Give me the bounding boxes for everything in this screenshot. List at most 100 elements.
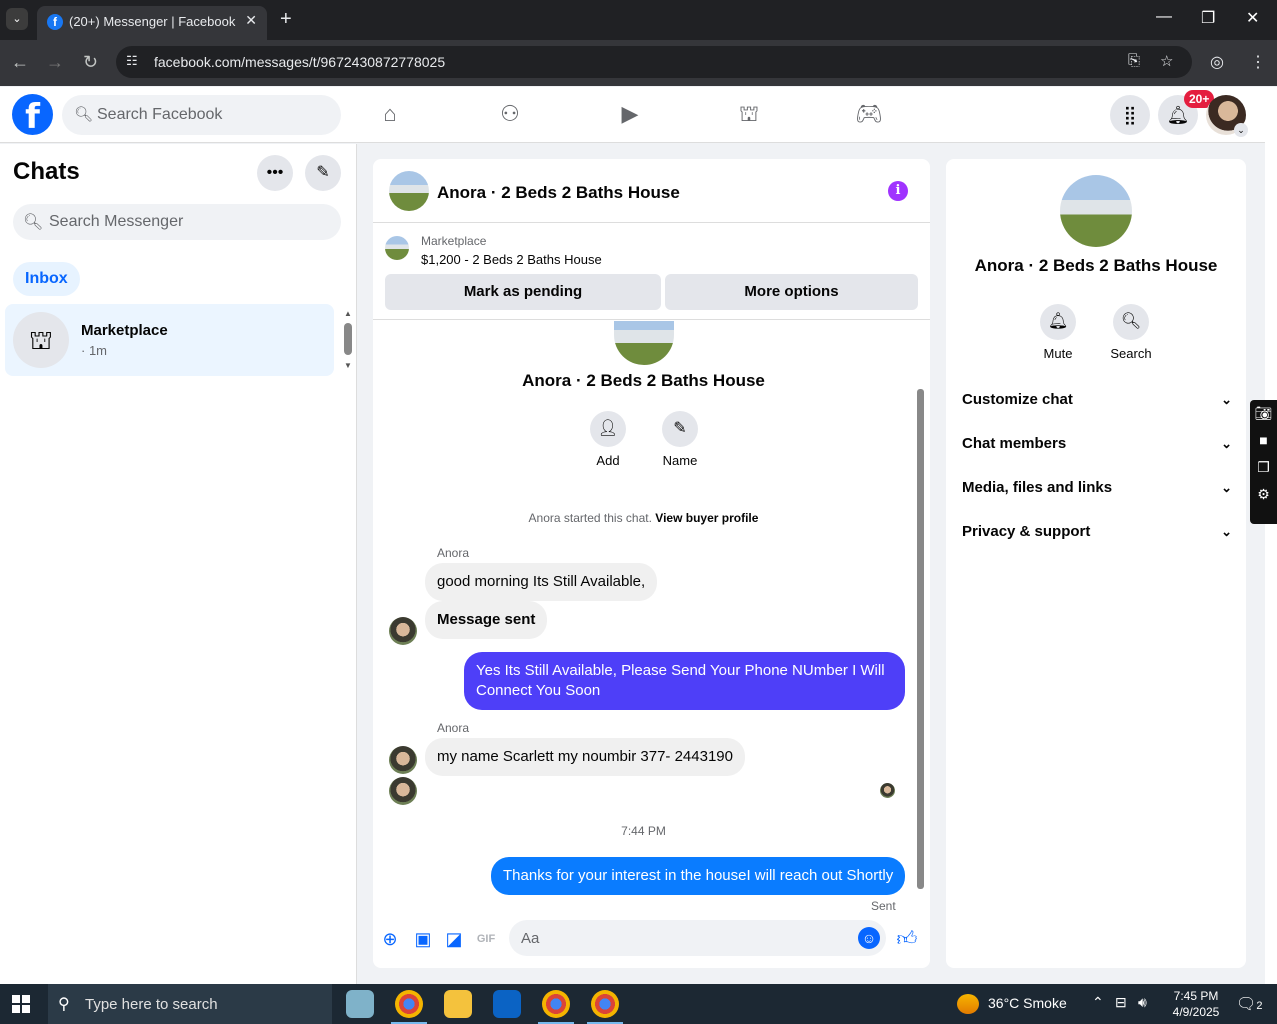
listing-thumbnail[interactable]	[389, 171, 429, 211]
video-record-icon[interactable]: ■	[1250, 427, 1277, 454]
marketplace-listing-box: Marketplace $1,200 - 2 Beds 2 Baths Hous…	[373, 224, 930, 320]
facebook-logo-icon[interactable]: f	[12, 94, 53, 137]
remote-app-icon[interactable]	[493, 990, 521, 1018]
chrome-profile-app-icon[interactable]	[538, 990, 574, 1024]
scroll-down-icon[interactable]: ▼	[344, 361, 352, 370]
address-bar[interactable]: ☷ facebook.com/messages/t/96724308727780…	[116, 46, 1192, 78]
network-icon[interactable]: ⊟	[1115, 994, 1127, 1011]
search-icon: 🔍︎	[23, 214, 44, 231]
plus-icon[interactable]: ⊕	[379, 928, 401, 950]
media-files-links-section[interactable]: Media, files and links ⌄	[962, 470, 1232, 506]
chrome-app-icon[interactable]	[391, 990, 427, 1024]
reload-icon[interactable]: ↻	[83, 52, 98, 73]
mark-as-pending-button[interactable]: Mark as pending	[385, 274, 661, 310]
action-center-icon[interactable]: 🗨︎2	[1236, 994, 1262, 1014]
chat-members-section[interactable]: Chat members ⌄	[962, 426, 1232, 462]
listing-small-thumbnail[interactable]	[385, 236, 409, 260]
sent-status: Sent	[871, 899, 896, 913]
listing-price[interactable]: $1,200 - 2 Beds 2 Baths House	[421, 252, 602, 267]
facebook-search-input[interactable]: 🔍︎ Search Facebook	[62, 95, 341, 135]
show-hidden-icons-icon[interactable]: ⌃	[1092, 994, 1104, 1011]
chevron-down-icon[interactable]: ⌄	[1234, 123, 1248, 137]
inbox-tab[interactable]: Inbox	[13, 262, 80, 296]
incoming-message[interactable]: good morning Its Still Available,	[425, 563, 658, 601]
marketplace-icon[interactable]: ⛫	[735, 101, 763, 129]
mute-button[interactable]: 🔔︎ Mute	[1028, 304, 1088, 361]
image-icon[interactable]: ▣	[412, 928, 434, 950]
windows-start-icon[interactable]	[12, 995, 30, 1013]
scroll-thumb[interactable]	[917, 389, 924, 889]
chevron-down-icon: ⌄	[1221, 524, 1232, 539]
facebook-header: f 🔍︎ Search Facebook ⌂ ⚇ ▶ ⛫ 🎮︎ ⣿ 🔔︎ 20+…	[0, 87, 1265, 143]
back-icon[interactable]: ←	[11, 52, 29, 73]
message-input[interactable]: Aa ☺	[509, 920, 886, 956]
video-icon[interactable]: ▶	[616, 101, 644, 129]
thumbs-up-icon[interactable]: 👍︎	[896, 928, 918, 950]
browser-toolbar: ← → ↻ ☷ facebook.com/messages/t/96724308…	[0, 40, 1277, 86]
install-app-icon[interactable]: ⎘	[1128, 52, 1140, 69]
notepad-app-icon[interactable]	[346, 990, 374, 1018]
sender-avatar[interactable]	[389, 746, 417, 774]
time-separator: 7:44 PM	[621, 824, 666, 838]
profile-icon[interactable]: ◎	[1210, 52, 1224, 72]
taskbar-clock[interactable]: 7:45 PM 4/9/2025	[1160, 988, 1232, 1020]
friends-icon[interactable]: ⚇	[496, 101, 524, 129]
minimize-button[interactable]: —	[1156, 8, 1172, 26]
bookmark-star-icon[interactable]: ☆	[1160, 52, 1173, 70]
outgoing-message[interactable]: Yes Its Still Available, Please Send You…	[464, 652, 905, 710]
home-icon[interactable]: ⌂	[376, 101, 404, 129]
info-icon[interactable]: i	[888, 181, 908, 201]
new-message-button[interactable]: ✎	[305, 155, 341, 191]
incoming-message[interactable]: Message sent	[425, 601, 548, 639]
weather-text[interactable]: 36°C Smoke	[988, 995, 1067, 1011]
view-buyer-profile-link[interactable]: View buyer profile	[655, 511, 758, 525]
account-avatar[interactable]: ⌄	[1206, 95, 1248, 137]
chat-list-scrollbar[interactable]: ▲ ▼	[344, 309, 352, 370]
page-scrollbar[interactable]	[1265, 87, 1277, 984]
maximize-button[interactable]: ❐	[1201, 8, 1215, 28]
file-explorer-icon[interactable]	[444, 990, 472, 1018]
menu-grid-icon[interactable]: ⣿	[1110, 95, 1150, 135]
outgoing-message[interactable]: Thanks for your interest in the houseI w…	[491, 857, 906, 895]
name-chat-button[interactable]: ✎ Name	[650, 411, 710, 468]
chat-list-item[interactable]: ⛫ Marketplace · 1m	[5, 304, 334, 376]
chat-options-button[interactable]: •••	[257, 155, 293, 191]
tab-close-icon[interactable]: ✕	[245, 12, 257, 29]
scroll-up-icon[interactable]: ▲	[344, 309, 352, 318]
site-info-icon[interactable]: ☷	[126, 53, 138, 69]
more-options-button[interactable]: More options	[665, 274, 918, 310]
forward-icon[interactable]: →	[46, 52, 64, 73]
taskbar-search-input[interactable]: ⚲ Type here to search	[48, 984, 332, 1024]
window-capture-icon[interactable]: ❐	[1250, 454, 1277, 481]
new-tab-button[interactable]: +	[280, 8, 292, 31]
weather-icon[interactable]	[957, 994, 979, 1014]
search-icon: 🔍︎	[74, 106, 94, 123]
search-conversation-button[interactable]: 🔍︎ Search	[1101, 304, 1161, 361]
browser-tab[interactable]: f (20+) Messenger | Facebook ✕	[37, 6, 267, 40]
sender-avatar[interactable]	[389, 617, 417, 645]
chrome-profile-app-icon[interactable]	[587, 990, 623, 1024]
messenger-search-input[interactable]: 🔍︎ Search Messenger	[13, 204, 341, 240]
conversation-title[interactable]: Anora · 2 Beds 2 Baths House	[437, 183, 680, 203]
tab-search-dropdown[interactable]: ⌄	[6, 8, 28, 30]
incoming-message[interactable]: my name Scarlett my noumbir 377- 2443190	[425, 738, 745, 776]
sticker-icon[interactable]: ◪	[443, 928, 465, 950]
volume-icon[interactable]: 🔊︎	[1138, 994, 1147, 1011]
chrome-menu-icon[interactable]: ⋮	[1250, 52, 1266, 72]
emoji-icon[interactable]: ☺	[858, 927, 880, 949]
marketplace-label: Marketplace	[421, 234, 487, 248]
tab-title: (20+) Messenger | Facebook	[69, 14, 236, 29]
settings-gear-icon[interactable]: ⚙	[1250, 481, 1277, 508]
customize-chat-section[interactable]: Customize chat ⌄	[962, 382, 1232, 418]
sender-name: Anora	[437, 721, 470, 735]
sender-avatar[interactable]	[389, 777, 417, 805]
privacy-support-section[interactable]: Privacy & support ⌄	[962, 514, 1232, 550]
add-people-button[interactable]: 👤︎ Add	[578, 411, 638, 468]
screen-capture-widget: 📷︎ ■ ❐ ⚙	[1250, 400, 1277, 524]
close-window-button[interactable]: ✕	[1246, 8, 1259, 28]
camera-icon[interactable]: 📷︎	[1250, 400, 1277, 427]
scroll-thumb[interactable]	[344, 323, 352, 355]
gaming-icon[interactable]: 🎮︎	[855, 101, 883, 129]
thread-scrollbar[interactable]	[916, 321, 925, 901]
gif-icon[interactable]: GIF	[475, 928, 497, 950]
